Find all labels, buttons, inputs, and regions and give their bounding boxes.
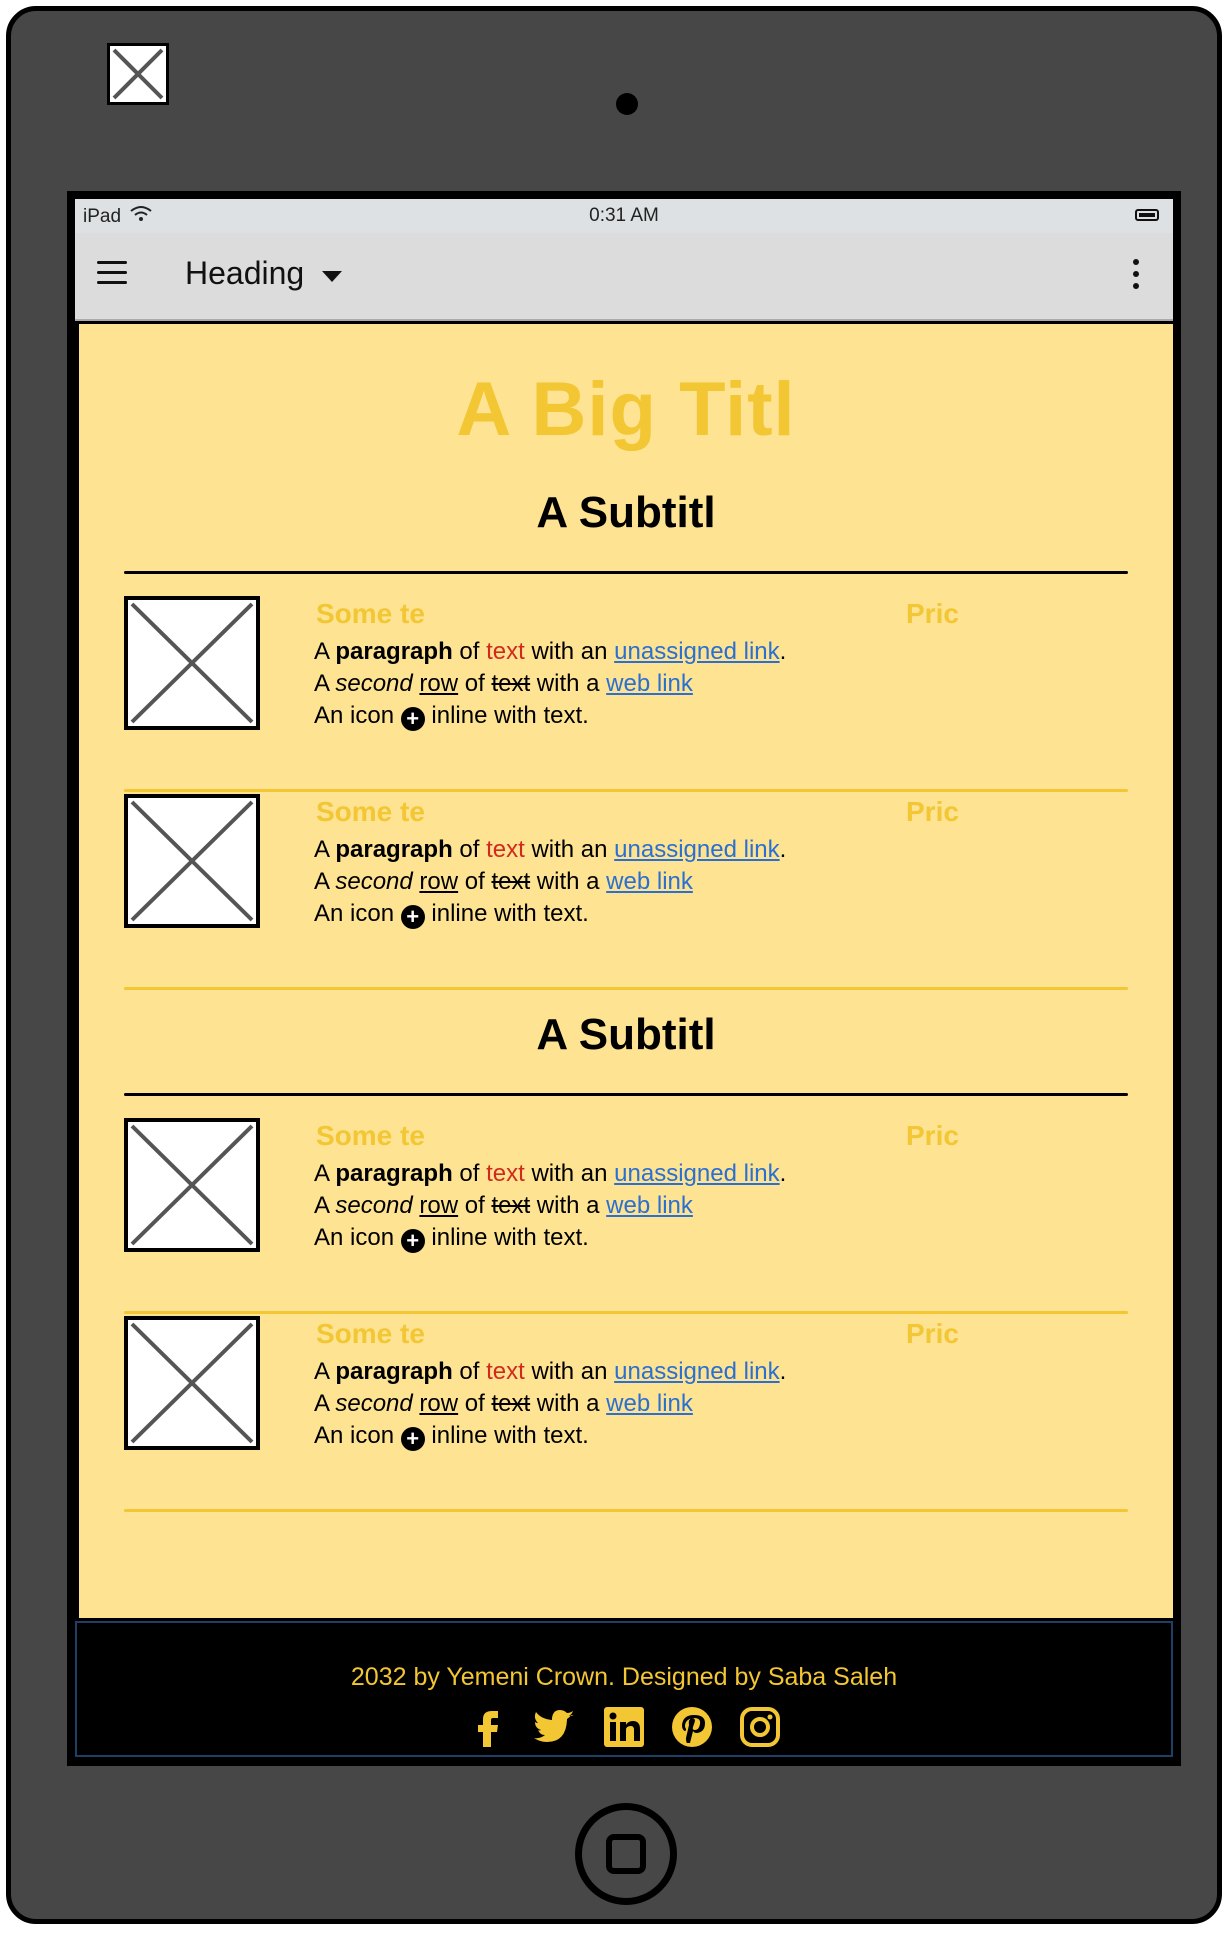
plus-circle-icon: + — [400, 1427, 425, 1451]
home-square-icon — [606, 1834, 646, 1874]
pinterest-icon[interactable] — [670, 1705, 714, 1749]
web-link[interactable]: web link — [606, 868, 693, 895]
twitter-icon[interactable] — [534, 1705, 578, 1749]
instagram-icon[interactable] — [738, 1705, 782, 1749]
plus-circle-icon: + — [400, 905, 425, 929]
footer: 2032 by Yemeni Crown. Designed by Saba S… — [75, 1621, 1173, 1757]
caret-down-icon — [322, 271, 343, 282]
section-divider — [124, 571, 1128, 574]
unassigned-link[interactable]: unassigned link — [614, 638, 779, 665]
item-description: A paragraph of text with an unassigned l… — [314, 1358, 787, 1451]
item-title: Some te — [316, 1318, 425, 1349]
plus-circle-icon: + — [400, 707, 425, 731]
facebook-icon[interactable] — [466, 1705, 510, 1749]
status-bar: iPad 0:31 AM — [75, 199, 1173, 233]
item-price: Pric — [906, 598, 959, 629]
tablet-device-frame: iPad 0:31 AM Heading A Big Titl A Subtit… — [6, 6, 1222, 1924]
image-placeholder-icon — [124, 596, 260, 730]
item-price: Pric — [906, 1120, 959, 1151]
page-title: A Big Titl — [456, 367, 796, 452]
item-divider — [124, 987, 1128, 990]
web-link[interactable]: web link — [606, 670, 693, 697]
heading-dropdown[interactable]: Heading — [185, 255, 343, 292]
section-subtitle: A Subtitl — [536, 1010, 716, 1059]
image-placeholder-icon — [124, 794, 260, 928]
more-vertical-icon[interactable] — [1133, 259, 1139, 295]
camera-dot — [616, 93, 638, 115]
item-divider — [124, 1311, 1128, 1314]
item-price: Pric — [906, 1318, 959, 1349]
item-description: A paragraph of text with an unassigned l… — [314, 1160, 787, 1253]
linkedin-icon[interactable] — [602, 1705, 646, 1749]
section-divider — [124, 1093, 1128, 1096]
unassigned-link[interactable]: unassigned link — [614, 1160, 779, 1187]
status-time: 0:31 AM — [589, 205, 659, 226]
item-description: A paragraph of text with an unassigned l… — [314, 638, 787, 731]
item-description: A paragraph of text with an unassigned l… — [314, 836, 787, 929]
hamburger-menu-icon[interactable] — [97, 261, 127, 285]
unassigned-link[interactable]: unassigned link — [614, 836, 779, 863]
device-screen: iPad 0:31 AM Heading A Big Titl A Subtit… — [67, 191, 1181, 1766]
web-link[interactable]: web link — [606, 1192, 693, 1219]
footer-credit: 2032 by Yemeni Crown. Designed by Saba S… — [350, 1663, 898, 1691]
app-bar: Heading — [75, 233, 1173, 321]
main-content: A Big Titl A Subtitl Some te Pric A para… — [79, 324, 1173, 1618]
item-divider — [124, 789, 1128, 792]
list-item[interactable]: Some te Pric A paragraph of text with an… — [124, 1118, 1128, 1314]
image-placeholder-icon — [124, 1118, 260, 1252]
item-title: Some te — [316, 1120, 425, 1151]
list-item[interactable]: Some te Pric A paragraph of text with an… — [124, 596, 1128, 792]
item-title: Some te — [316, 796, 425, 827]
list-item[interactable]: Some te Pric A paragraph of text with an… — [124, 794, 1128, 990]
item-divider — [124, 1509, 1128, 1512]
close-placeholder-icon[interactable] — [107, 43, 169, 105]
plus-circle-icon: + — [400, 1229, 425, 1253]
image-placeholder-icon — [124, 1316, 260, 1450]
item-price: Pric — [906, 796, 959, 827]
unassigned-link[interactable]: unassigned link — [614, 1358, 779, 1385]
battery-icon — [1135, 209, 1159, 221]
section-subtitle: A Subtitl — [536, 488, 716, 537]
home-button[interactable] — [575, 1803, 677, 1905]
heading-label: Heading — [185, 255, 305, 291]
web-link[interactable]: web link — [606, 1390, 693, 1417]
item-title: Some te — [316, 598, 425, 629]
list-item[interactable]: Some te Pric A paragraph of text with an… — [124, 1316, 1128, 1512]
social-links — [77, 1705, 1171, 1749]
